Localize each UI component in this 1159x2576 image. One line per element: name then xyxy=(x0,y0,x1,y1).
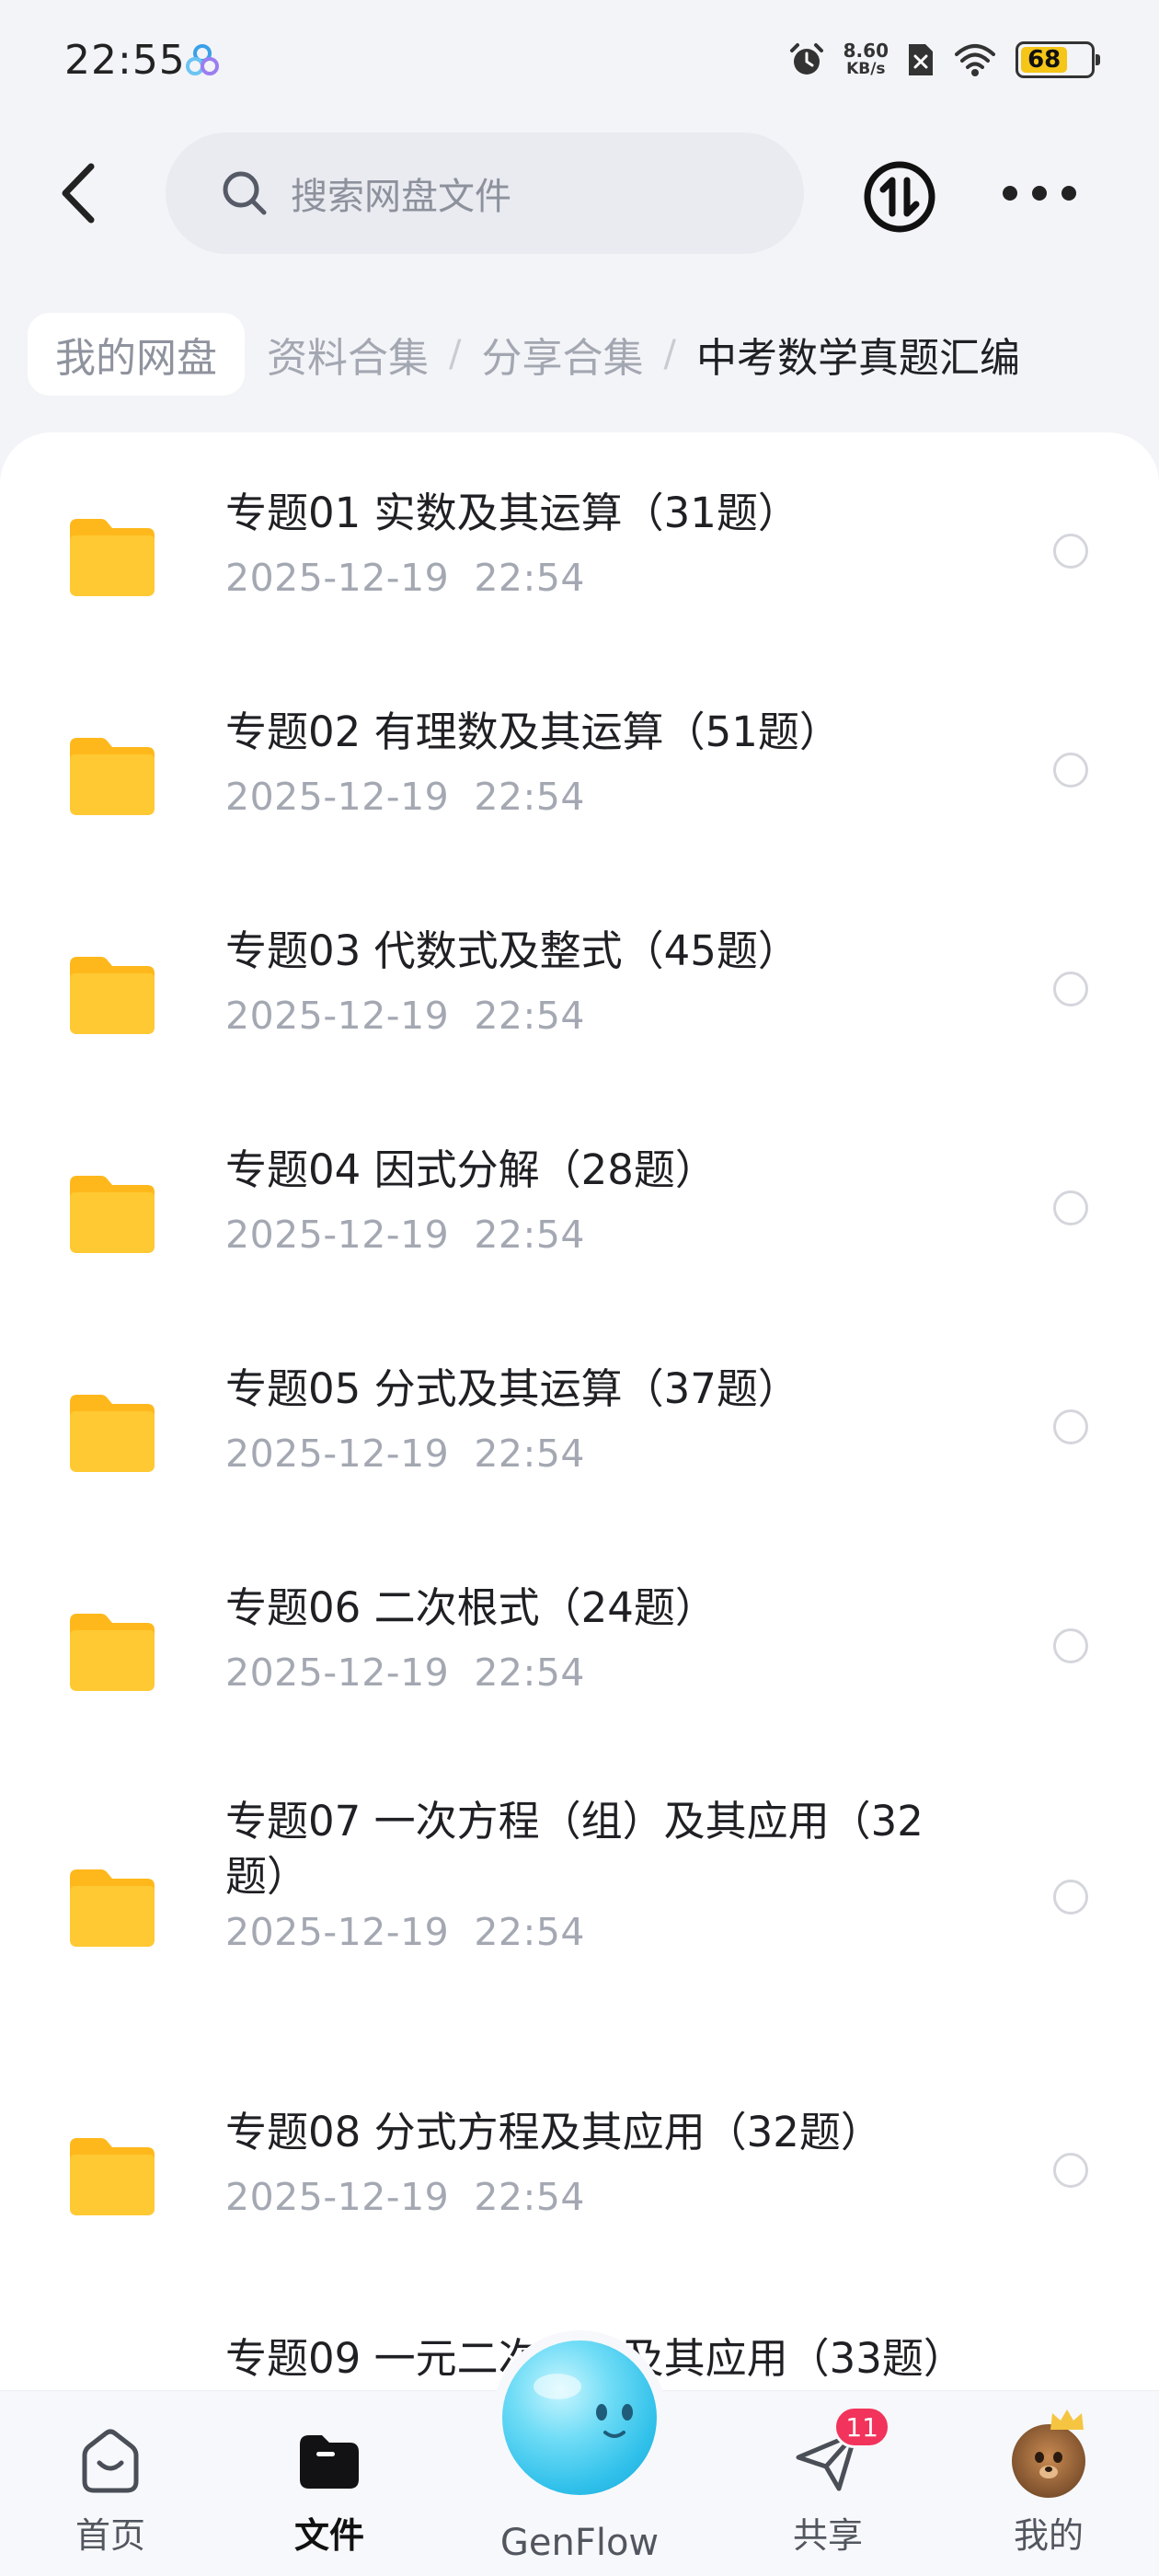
search-placeholder: 搜索网盘文件 xyxy=(291,176,511,218)
crown-icon xyxy=(1050,2409,1084,2430)
breadcrumb-item[interactable]: 分享合集 xyxy=(481,325,643,384)
file-name: 专题07 一次方程（组）及其应用（32题） xyxy=(225,1797,924,1901)
header: 搜索网盘文件 xyxy=(0,129,1159,258)
nav-mine-label: 我的 xyxy=(1013,2515,1084,2556)
breadcrumb-item[interactable]: 资料合集 xyxy=(267,325,429,384)
more-button[interactable] xyxy=(1003,175,1076,212)
select-checkbox[interactable] xyxy=(1053,753,1088,788)
net-speed-value: 8.60 xyxy=(843,40,889,62)
folder-icon xyxy=(70,738,155,815)
no-sim-icon xyxy=(909,44,933,75)
file-name: 专题04 因式分解（28题） xyxy=(225,1145,717,1194)
file-list: 专题01 实数及其运算（31题） 2025-12-19 22:54 专题02 有理数… xyxy=(0,432,1159,2392)
file-date: 2025-12-19 22:54 xyxy=(225,1650,585,1695)
more-icon-dot xyxy=(1061,186,1076,201)
select-checkbox[interactable] xyxy=(1053,972,1088,1006)
nav-mine[interactable]: 我的 xyxy=(957,2391,1141,2576)
nav-share[interactable]: 11 共享 xyxy=(736,2391,920,2576)
status-bar: 22:55 8.60 KB/s 68 xyxy=(0,0,1159,120)
alarm-icon xyxy=(789,43,823,75)
file-name: 专题05 分式及其运算（37题） xyxy=(225,1364,799,1413)
battery-icon: 68 xyxy=(1016,41,1100,78)
home-icon xyxy=(82,2429,139,2493)
select-checkbox[interactable] xyxy=(1053,534,1088,569)
file-row[interactable]: 专题08 分式方程及其应用（32题） 2025-12-19 22:54 xyxy=(0,2088,1159,2272)
transfer-button[interactable] xyxy=(863,160,936,234)
avatar xyxy=(1012,2424,1085,2498)
app-icon xyxy=(186,44,219,75)
avatar-wrap xyxy=(1012,2409,1085,2498)
file-row[interactable]: 专题07 一次方程（组）及其应用（32题） 2025-12-19 22:54 xyxy=(0,1783,1159,2041)
more-icon-dot xyxy=(1032,186,1047,201)
breadcrumb-current: 中考数学真题汇编 xyxy=(695,335,1020,382)
file-name: 专题03 代数式及整式（45题） xyxy=(225,926,799,975)
select-checkbox[interactable] xyxy=(1053,1628,1088,1663)
file-name: 专题01 实数及其运算（31题） xyxy=(225,489,799,537)
nav-home[interactable]: 首页 xyxy=(18,2391,202,2576)
file-row[interactable]: 专题01 实数及其运算（31题） 2025-12-19 22:54 xyxy=(0,469,1159,653)
select-checkbox[interactable] xyxy=(1053,1190,1088,1225)
folder-icon xyxy=(70,1614,155,1691)
breadcrumb-trail: 资料合集 / 分享合集 / 中考数学真题汇编 xyxy=(267,313,1020,396)
file-date: 2025-12-19 22:54 xyxy=(225,1432,585,1476)
net-speed: 8.60 KB/s xyxy=(843,41,889,78)
folder-icon xyxy=(70,957,155,1034)
file-date: 2025-12-19 22:54 xyxy=(225,775,585,819)
status-time: 22:55 xyxy=(64,37,186,84)
genflow-mascot-icon xyxy=(502,2340,657,2495)
folder-icon xyxy=(70,2138,155,2215)
folder-icon xyxy=(70,1869,155,1947)
file-row[interactable]: 专题03 代数式及整式（45题） 2025-12-19 22:54 xyxy=(0,907,1159,1091)
back-icon xyxy=(62,163,95,224)
wifi-icon xyxy=(955,44,995,76)
nav-home-label: 首页 xyxy=(75,2515,145,2556)
breadcrumb-home[interactable]: 我的网盘 xyxy=(28,313,245,396)
more-icon-dot xyxy=(1003,186,1017,201)
share-badge: 11 xyxy=(833,2406,890,2448)
file-row[interactable]: 专题04 因式分解（28题） 2025-12-19 22:54 xyxy=(0,1126,1159,1310)
file-name: 专题08 分式方程及其应用（32题） xyxy=(225,2108,882,2156)
genflow-button[interactable] xyxy=(492,2330,667,2505)
bottom-nav: 首页 文件 GenFlow 11 共享 我的 xyxy=(0,2330,1159,2576)
folder-icon xyxy=(70,519,155,596)
breadcrumb: 资料合集 / 分享合集 / 中考数学真题汇编 我的网盘 xyxy=(0,313,1159,396)
nav-share-label: 共享 xyxy=(792,2515,863,2556)
file-date: 2025-12-19 22:54 xyxy=(225,2175,585,2219)
file-date: 2025-12-19 22:54 xyxy=(225,994,585,1038)
folder-icon xyxy=(70,1176,155,1253)
file-row[interactable]: 专题05 分式及其运算（37题） 2025-12-19 22:54 xyxy=(0,1345,1159,1529)
share-icon-wrap: 11 xyxy=(791,2406,890,2498)
nav-genflow-label: GenFlow xyxy=(499,2522,660,2564)
file-date: 2025-12-19 22:54 xyxy=(225,1910,585,1954)
back-button[interactable] xyxy=(46,156,110,230)
file-row[interactable]: 专题06 二次根式（24题） 2025-12-19 22:54 xyxy=(0,1564,1159,1748)
folder-icon xyxy=(300,2435,359,2489)
folder-icon xyxy=(70,1395,155,1472)
select-checkbox[interactable] xyxy=(1053,2153,1088,2188)
nav-files[interactable]: 文件 xyxy=(237,2391,421,2576)
file-date: 2025-12-19 22:54 xyxy=(225,556,585,600)
transfer-icon xyxy=(864,161,935,233)
battery-level: 68 xyxy=(1021,46,1068,74)
search-icon xyxy=(223,171,267,215)
select-checkbox[interactable] xyxy=(1053,1880,1088,1915)
file-row[interactable]: 专题02 有理数及其运算（51题） 2025-12-19 22:54 xyxy=(0,688,1159,872)
select-checkbox[interactable] xyxy=(1053,1409,1088,1444)
file-name: 专题02 有理数及其运算（51题） xyxy=(225,707,841,756)
search-input[interactable]: 搜索网盘文件 xyxy=(166,132,804,254)
breadcrumb-separator: / xyxy=(663,333,676,375)
nav-files-label: 文件 xyxy=(293,2515,364,2556)
file-date: 2025-12-19 22:54 xyxy=(225,1213,585,1257)
breadcrumb-separator: / xyxy=(449,333,462,375)
net-speed-unit: KB/s xyxy=(846,60,886,78)
file-name: 专题06 二次根式（24题） xyxy=(225,1583,717,1632)
